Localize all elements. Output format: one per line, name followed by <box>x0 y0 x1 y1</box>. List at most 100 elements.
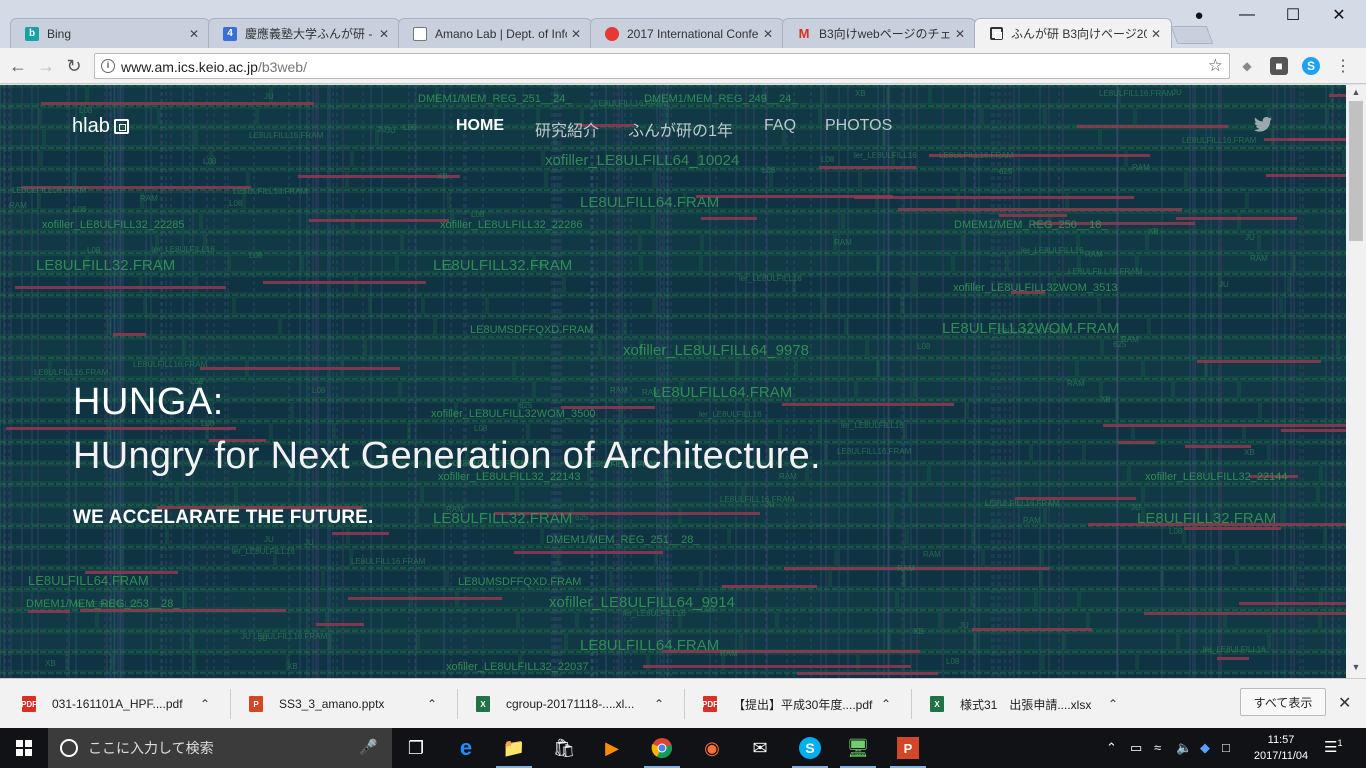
download-item[interactable]: PDF 【提出】平成30年度....pdf ⌃ <box>702 687 891 721</box>
info-icon[interactable]: i <box>101 59 115 73</box>
twitter-icon[interactable] <box>1254 117 1272 132</box>
tab-title: B3向けwebページのチェック( <box>819 27 951 41</box>
xlsx-icon: X <box>930 696 944 712</box>
nav-year[interactable]: ふんが研の1年 <box>628 117 733 141</box>
scroll-up-arrow[interactable]: ▲ <box>1346 87 1366 101</box>
conference-icon <box>605 26 619 41</box>
nav-faq[interactable]: FAQ <box>764 117 796 135</box>
forward-button[interactable]: → <box>34 54 58 78</box>
download-filename: SS3_3_amano.pptx <box>279 697 385 711</box>
tab-b3web[interactable]: ふんが研 B3向けページ2017 ✕ <box>974 18 1172 48</box>
close-tab-icon[interactable]: ✕ <box>1147 27 1165 41</box>
scroll-down-arrow[interactable]: ▼ <box>1346 662 1366 676</box>
divider <box>911 689 912 719</box>
reload-button[interactable]: ↻ <box>62 54 86 78</box>
close-tab-icon[interactable]: ✕ <box>375 27 393 41</box>
download-item[interactable]: P SS3_3_amano.pptx ⌃ <box>249 687 437 721</box>
close-tab-icon[interactable]: ✕ <box>951 27 969 41</box>
browser-tab-strip: b Bing ✕ 4 慶應義塾大学ふんが研 - ブ ✕ Amano Lab | … <box>0 0 1366 48</box>
volume-icon[interactable]: 🔈 <box>1176 740 1192 756</box>
dropbox-icon[interactable]: ◆ <box>1238 57 1256 75</box>
file-explorer-icon[interactable]: 📁 <box>490 728 538 768</box>
show-all-downloads-button[interactable]: すべて表示 <box>1240 688 1326 716</box>
download-filename: 031-161101A_HPF....pdf <box>52 697 183 711</box>
download-item[interactable]: X cgroup-20171118-....xl... ⌃ <box>476 687 664 721</box>
hero-title: HUNGA: <box>73 381 224 423</box>
firefox-icon[interactable]: ◉ <box>688 728 736 768</box>
windows-taskbar: ここに入力して検索 🎤 ❐ e 📁 🛍 ▶ ◉ ✉ S 🖥 P ⌃ ▭ ≈ 🔈 … <box>0 728 1366 768</box>
tab-conference[interactable]: 2017 International Confe ✕ <box>590 18 784 48</box>
tab-title: ふんが研 B3向けページ2017 <box>1011 27 1147 41</box>
start-button[interactable] <box>0 728 48 768</box>
tab-gmail[interactable]: M B3向けwebページのチェック( ✕ <box>782 18 976 48</box>
network-icon[interactable]: 🖥 <box>834 728 882 768</box>
tab-amano-lab[interactable]: Amano Lab | Dept. of Info ✕ <box>398 18 592 48</box>
download-item[interactable]: X 様式31 出張申請....xlsx ⌃ <box>930 687 1118 721</box>
skype-icon[interactable]: S <box>786 728 834 768</box>
nav-research[interactable]: 研究紹介 <box>535 117 599 141</box>
notification-icon[interactable]: ☰1 <box>1324 738 1342 756</box>
chip-icon <box>989 27 1003 41</box>
maximize-button[interactable]: ☐ <box>1270 0 1316 30</box>
scroll-thumb[interactable] <box>1349 101 1363 241</box>
ime-icon[interactable]: □ <box>1222 740 1230 755</box>
battery-icon[interactable]: ▭ <box>1130 740 1142 756</box>
tab-title: 2017 International Confe <box>627 26 759 41</box>
page-icon <box>413 26 427 41</box>
powerpoint-icon[interactable]: P <box>884 728 932 768</box>
nav-photos[interactable]: PHOTOS <box>825 117 892 135</box>
address-bar[interactable]: i www.am.ics.keio.ac.jp/b3web/ ☆ <box>94 53 1230 79</box>
tab-title: Bing <box>47 26 72 41</box>
back-button[interactable]: ← <box>6 54 30 78</box>
download-item[interactable]: PDF 031-161101A_HPF....pdf ⌃ <box>21 687 210 721</box>
hero-subtitle: HUngry for Next Generation of Architectu… <box>73 435 821 477</box>
close-shelf-icon[interactable]: ✕ <box>1338 693 1351 713</box>
chevron-up-icon[interactable]: ⌃ <box>200 697 210 711</box>
tab-bing[interactable]: b Bing ✕ <box>10 18 210 48</box>
media-player-icon[interactable]: ▶ <box>588 728 636 768</box>
close-tab-icon[interactable]: ✕ <box>185 27 203 41</box>
edge-icon[interactable]: e <box>442 728 490 768</box>
download-filename: cgroup-20171118-....xl... <box>506 697 635 711</box>
chevron-up-icon[interactable]: ⌃ <box>654 697 664 711</box>
tab-hunga-blog[interactable]: 4 慶應義塾大学ふんが研 - ブ ✕ <box>208 18 400 48</box>
extension-icon[interactable]: ■ <box>1270 57 1288 75</box>
chevron-up-icon[interactable]: ⌃ <box>427 697 437 711</box>
profile-icon[interactable]: ● <box>1176 0 1222 30</box>
mail-icon[interactable]: ✉ <box>736 728 784 768</box>
site-logo[interactable]: hlab <box>72 115 129 138</box>
close-window-button[interactable]: ✕ <box>1316 0 1362 30</box>
menu-icon[interactable]: ⋮ <box>1334 57 1352 75</box>
close-tab-icon[interactable]: ✕ <box>759 27 777 41</box>
chevron-up-icon[interactable]: ⌃ <box>1108 697 1118 711</box>
store-icon[interactable]: 🛍 <box>540 728 588 768</box>
gmail-icon: M <box>798 26 810 41</box>
task-view-icon[interactable]: ❐ <box>392 728 440 768</box>
divider <box>684 689 685 719</box>
wifi-icon[interactable]: ≈ <box>1154 740 1161 755</box>
cortana-icon <box>60 739 78 757</box>
site-logo-text: hlab <box>72 115 110 137</box>
microphone-icon[interactable]: 🎤 <box>359 738 378 756</box>
chrome-icon[interactable] <box>638 728 686 768</box>
bookmark-star-icon[interactable]: ☆ <box>1208 56 1223 76</box>
url-text: www.am.ics.keio.ac.jp/b3web/ <box>121 59 307 75</box>
pdf-icon: PDF <box>702 696 718 712</box>
browser-toolbar: ← → ↻ i www.am.ics.keio.ac.jp/b3web/ ☆ ◆… <box>0 48 1366 84</box>
taskbar-search[interactable]: ここに入力して検索 🎤 <box>48 728 392 768</box>
minimize-button[interactable]: — <box>1224 0 1270 30</box>
close-tab-icon[interactable]: ✕ <box>567 27 585 41</box>
chip-icon <box>113 119 129 134</box>
pdf-icon: PDF <box>21 696 37 712</box>
clock[interactable]: 11:57 2017/11/04 <box>1244 732 1318 764</box>
tab-title: 慶應義塾大学ふんが研 - ブ <box>245 27 375 41</box>
chevron-up-icon[interactable]: ⌃ <box>1106 740 1117 756</box>
dropbox-tray-icon[interactable]: ◆ <box>1200 740 1210 756</box>
skype-extension-icon[interactable]: S <box>1302 57 1320 75</box>
nav-home[interactable]: HOME <box>456 117 504 135</box>
page-scrollbar[interactable]: ▲ ▼ <box>1346 85 1366 678</box>
chevron-up-icon[interactable]: ⌃ <box>881 697 891 711</box>
download-shelf: PDF 031-161101A_HPF....pdf ⌃ P SS3_3_ama… <box>0 678 1366 728</box>
divider <box>457 689 458 719</box>
clock-date: 2017/11/04 <box>1253 750 1309 762</box>
